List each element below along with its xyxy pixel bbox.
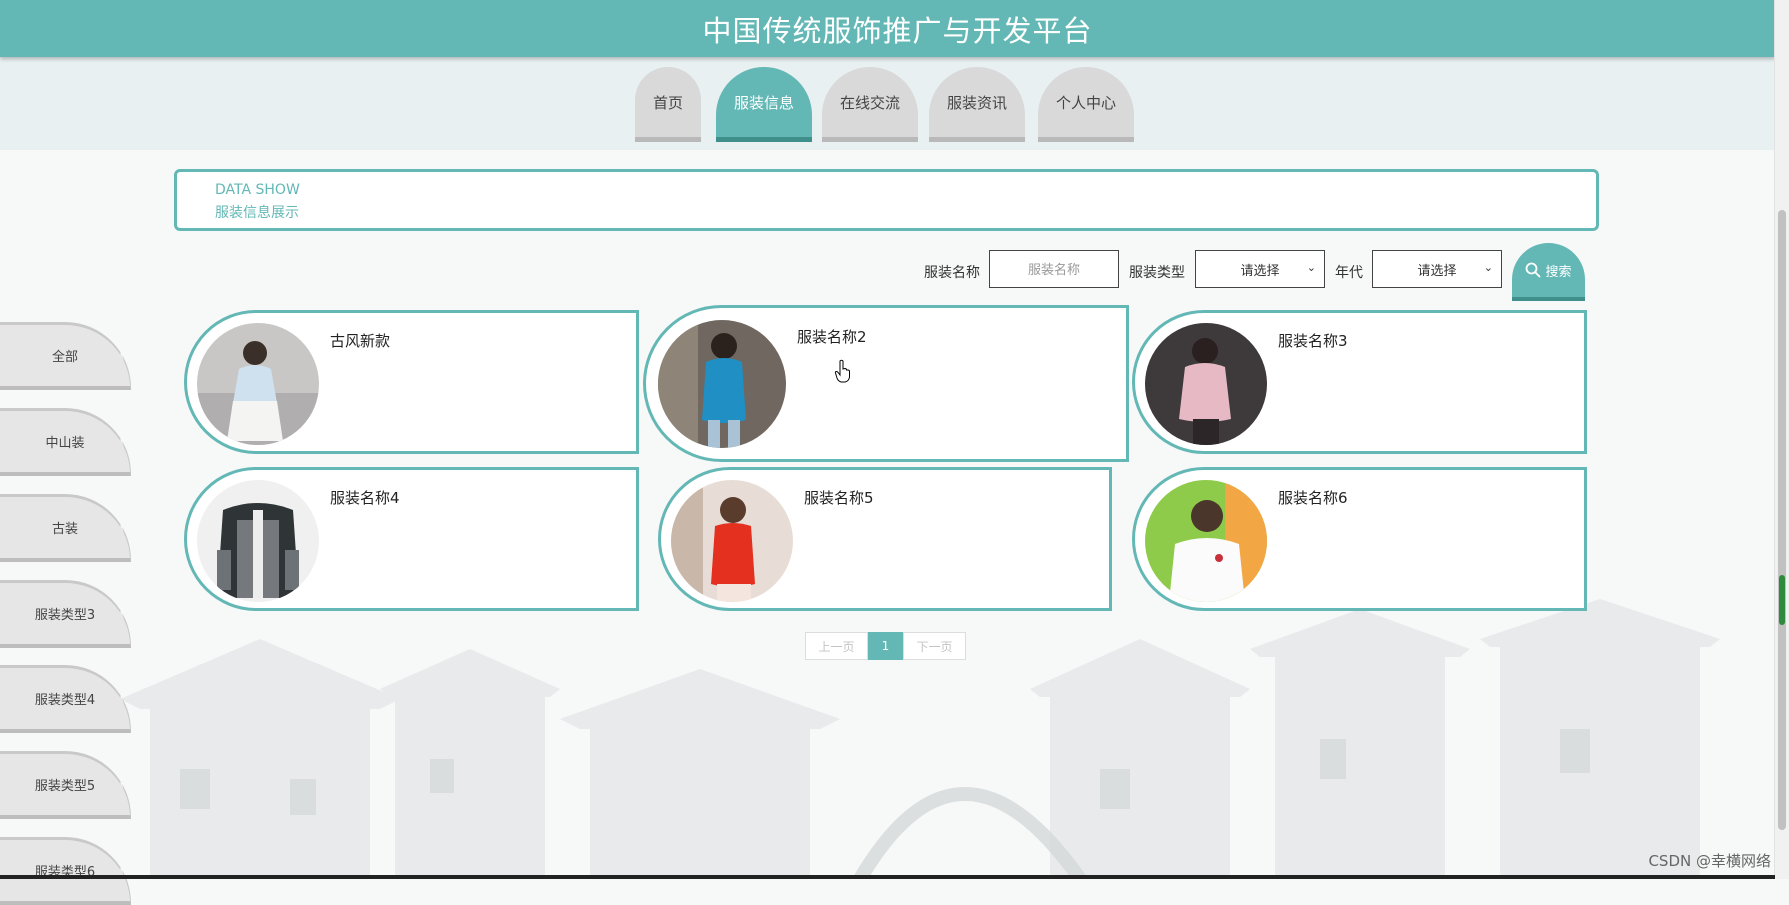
nav-tab-home[interactable]: 首页 (635, 67, 701, 142)
pagination: 上一页 1 下一页 (805, 632, 966, 660)
page-scrollbar[interactable] (1774, 0, 1789, 879)
type-label: 服装类型 (1129, 265, 1185, 281)
product-name: 服装名称2 (797, 328, 867, 346)
product-name: 古风新款 (330, 332, 391, 350)
watermark: CSDN @幸横网络 (1648, 852, 1771, 870)
era-select[interactable]: 请选择 ⌄ (1372, 250, 1502, 288)
category-item-all[interactable]: 全部 (0, 322, 131, 390)
product-photo (1145, 323, 1267, 445)
product-name: 服装名称6 (1278, 489, 1348, 507)
product-photo (197, 323, 319, 445)
scrollbar-thumb[interactable] (1778, 210, 1786, 830)
category-item-type6[interactable]: 服装类型6 (0, 837, 131, 905)
era-label: 年代 (1335, 265, 1363, 281)
category-item-type3[interactable]: 服装类型3 (0, 580, 131, 648)
product-card[interactable]: 服装名称2 (643, 305, 1129, 462)
clothing-type-select[interactable]: 请选择 ⌄ (1195, 250, 1325, 288)
site-title: 中国传统服饰推广与开发平台 (702, 13, 1093, 48)
category-item-type4[interactable]: 服装类型4 (0, 665, 131, 733)
product-name: 服装名称5 (804, 489, 874, 507)
prev-page-button[interactable]: 上一页 (805, 632, 868, 660)
product-card[interactable]: 服装名称6 (1132, 467, 1587, 611)
chevron-down-icon: ⌄ (1483, 261, 1493, 274)
category-item-zhongshan[interactable]: 中山装 (0, 408, 131, 476)
nav-tab-clothing-info[interactable]: 服装信息 (716, 67, 812, 142)
next-page-button[interactable]: 下一页 (903, 632, 966, 660)
category-item-ancient[interactable]: 古装 (0, 494, 131, 562)
nav-tab-personal-center[interactable]: 个人中心 (1038, 67, 1134, 142)
page-number-current[interactable]: 1 (868, 632, 903, 660)
product-photo (1145, 480, 1267, 602)
nav-tab-clothing-news[interactable]: 服装资讯 (929, 67, 1025, 142)
product-photo (671, 480, 793, 602)
product-card[interactable]: 服装名称5 (658, 467, 1112, 611)
clothing-type-select-value: 请选择 (1240, 263, 1280, 279)
product-photo (658, 320, 786, 448)
era-select-value: 请选择 (1417, 263, 1457, 279)
chevron-down-icon: ⌄ (1306, 261, 1316, 274)
search-button[interactable]: 搜索 (1512, 243, 1585, 301)
product-card[interactable]: 古风新款 (184, 310, 639, 454)
product-name: 服装名称4 (330, 489, 400, 507)
category-item-type5[interactable]: 服装类型5 (0, 751, 131, 819)
bottom-edge (0, 875, 1775, 879)
section-title-cn: 服装信息展示 (215, 205, 299, 221)
background-village-illustration (120, 599, 1720, 879)
nav-tab-online-chat[interactable]: 在线交流 (822, 67, 918, 142)
product-card[interactable]: 服装名称4 (184, 467, 639, 611)
product-name: 服装名称3 (1278, 332, 1348, 350)
product-card[interactable]: 服装名称3 (1132, 310, 1587, 454)
section-title-box: DATA SHOW 服装信息展示 (174, 169, 1599, 231)
hand-cursor-icon (834, 359, 850, 383)
name-label: 服装名称 (924, 265, 980, 281)
app-header: 中国传统服饰推广与开发平台 (0, 0, 1775, 57)
main-nav: 首页 服装信息 在线交流 服装资讯 个人中心 (0, 57, 1775, 150)
search-icon (1526, 262, 1541, 278)
search-button-label: 搜索 (1545, 264, 1572, 280)
scrollbar-marker (1779, 575, 1785, 625)
search-bar: 服装名称 服装类型 请选择 ⌄ 年代 请选择 ⌄ 搜索 (0, 243, 1600, 301)
product-photo (197, 480, 319, 602)
section-title-en: DATA SHOW (215, 182, 300, 198)
clothing-name-input[interactable] (989, 250, 1119, 288)
